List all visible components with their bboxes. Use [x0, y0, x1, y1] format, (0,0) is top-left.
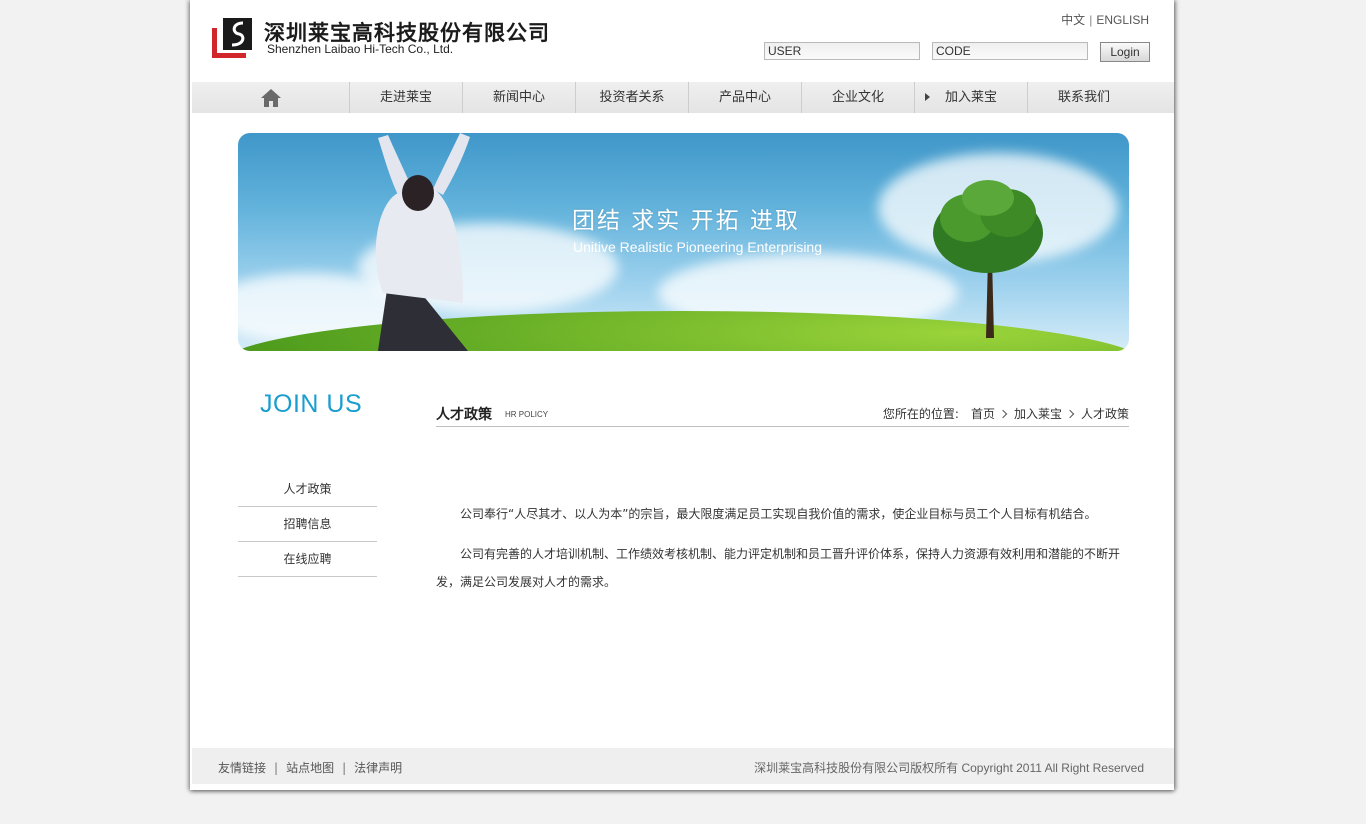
- breadcrumb: 您所在的位置: 首页 加入莱宝 人才政策: [883, 405, 1129, 422]
- section-subtitle: HR POLICY: [505, 410, 549, 419]
- nav-home[interactable]: [192, 82, 349, 113]
- chevron-right-icon: [1065, 409, 1075, 419]
- nav-item-products[interactable]: 产品中心: [688, 82, 801, 113]
- chevron-right-icon: [998, 409, 1008, 419]
- breadcrumb-home[interactable]: 首页: [971, 407, 995, 421]
- nav-item-news[interactable]: 新闻中心: [462, 82, 575, 113]
- person-figure-icon: [375, 133, 470, 351]
- nav-item-join[interactable]: 加入莱宝: [914, 82, 1027, 113]
- sidebar-item-recruitment[interactable]: 招聘信息: [238, 507, 377, 542]
- username-input[interactable]: [764, 42, 920, 60]
- hero-banner: 团结 求实 开拓 进取 Unitive Realistic Pioneering…: [238, 133, 1129, 351]
- login-button[interactable]: Login: [1100, 42, 1150, 62]
- banner-slogan-chinese: 团结 求实 开拓 进取: [572, 208, 800, 234]
- sidebar-item-apply-online[interactable]: 在线应聘: [238, 542, 377, 577]
- nav-active-arrow-icon: [925, 93, 930, 101]
- footer-link-friends[interactable]: 友情链接: [218, 761, 266, 775]
- nav-item-join-label: 加入莱宝: [944, 90, 997, 105]
- home-icon: [260, 88, 281, 107]
- nav-item-culture[interactable]: 企业文化: [801, 82, 914, 113]
- lang-english-link[interactable]: ENGLISH: [1096, 13, 1149, 27]
- nav-item-contact[interactable]: 联系我们: [1027, 82, 1140, 113]
- copyright-text: 深圳莱宝高科技股份有限公司版权所有 Copyright 2011 All Rig…: [754, 761, 1144, 775]
- content-paragraph: 公司有完善的人才培训机制、工作绩效考核机制、能力评定机制和员工晋升评价体系，保持…: [436, 547, 1121, 589]
- nav-item-about[interactable]: 走进莱宝: [349, 82, 462, 113]
- section-title: 人才政策: [436, 407, 492, 423]
- breadcrumb-current: 人才政策: [1080, 407, 1129, 421]
- content-paragraph: 公司奉行“人尽其才、以人为本”的宗旨，最大限度满足员工实现自我价值的需求，使企业…: [460, 507, 1097, 521]
- content-header: 人才政策 HR POLICY 您所在的位置: 首页 加入莱宝 人才政策: [436, 402, 1129, 427]
- sidebar-menu: 人才政策 招聘信息 在线应聘: [238, 472, 377, 577]
- main-nav: 走进莱宝 新闻中心 投资者关系 产品中心 企业文化 加入莱宝 联系我们: [192, 82, 1174, 113]
- footer-link-sitemap[interactable]: 站点地图: [286, 761, 334, 775]
- lang-separator: |: [1089, 13, 1093, 27]
- footer-separator: |: [274, 761, 279, 775]
- footer: 友情链接 | 站点地图 | 法律声明 深圳莱宝高科技股份有限公司版权所有 Copyrig…: [192, 748, 1174, 784]
- page-container: 深圳莱宝高科技股份有限公司 Shenzhen Laibao Hi-Tech Co…: [190, 0, 1174, 790]
- logo-mark-icon: [212, 18, 252, 58]
- logo-english-name: Shenzhen Laibao Hi-Tech Co., Ltd.: [267, 42, 454, 56]
- company-logo[interactable]: 深圳莱宝高科技股份有限公司 Shenzhen Laibao Hi-Tech Co…: [212, 15, 549, 60]
- banner-slogan-english: Unitive Realistic Pioneering Enterprisin…: [573, 239, 823, 255]
- footer-links: 友情链接 | 站点地图 | 法律声明: [218, 759, 402, 776]
- tree-icon: [933, 180, 1043, 338]
- breadcrumb-label: 您所在的位置:: [882, 407, 959, 421]
- nav-item-investors[interactable]: 投资者关系: [575, 82, 688, 113]
- sidebar-title: JOIN US: [260, 390, 363, 418]
- footer-separator: |: [342, 761, 347, 775]
- footer-link-legal[interactable]: 法律声明: [354, 761, 402, 775]
- password-input[interactable]: [932, 42, 1088, 60]
- sidebar-item-hr-policy[interactable]: 人才政策: [238, 472, 377, 507]
- language-switch: 中文 | ENGLISH: [1061, 11, 1149, 28]
- breadcrumb-join[interactable]: 加入莱宝: [1014, 407, 1062, 421]
- lang-chinese-link[interactable]: 中文: [1061, 13, 1085, 27]
